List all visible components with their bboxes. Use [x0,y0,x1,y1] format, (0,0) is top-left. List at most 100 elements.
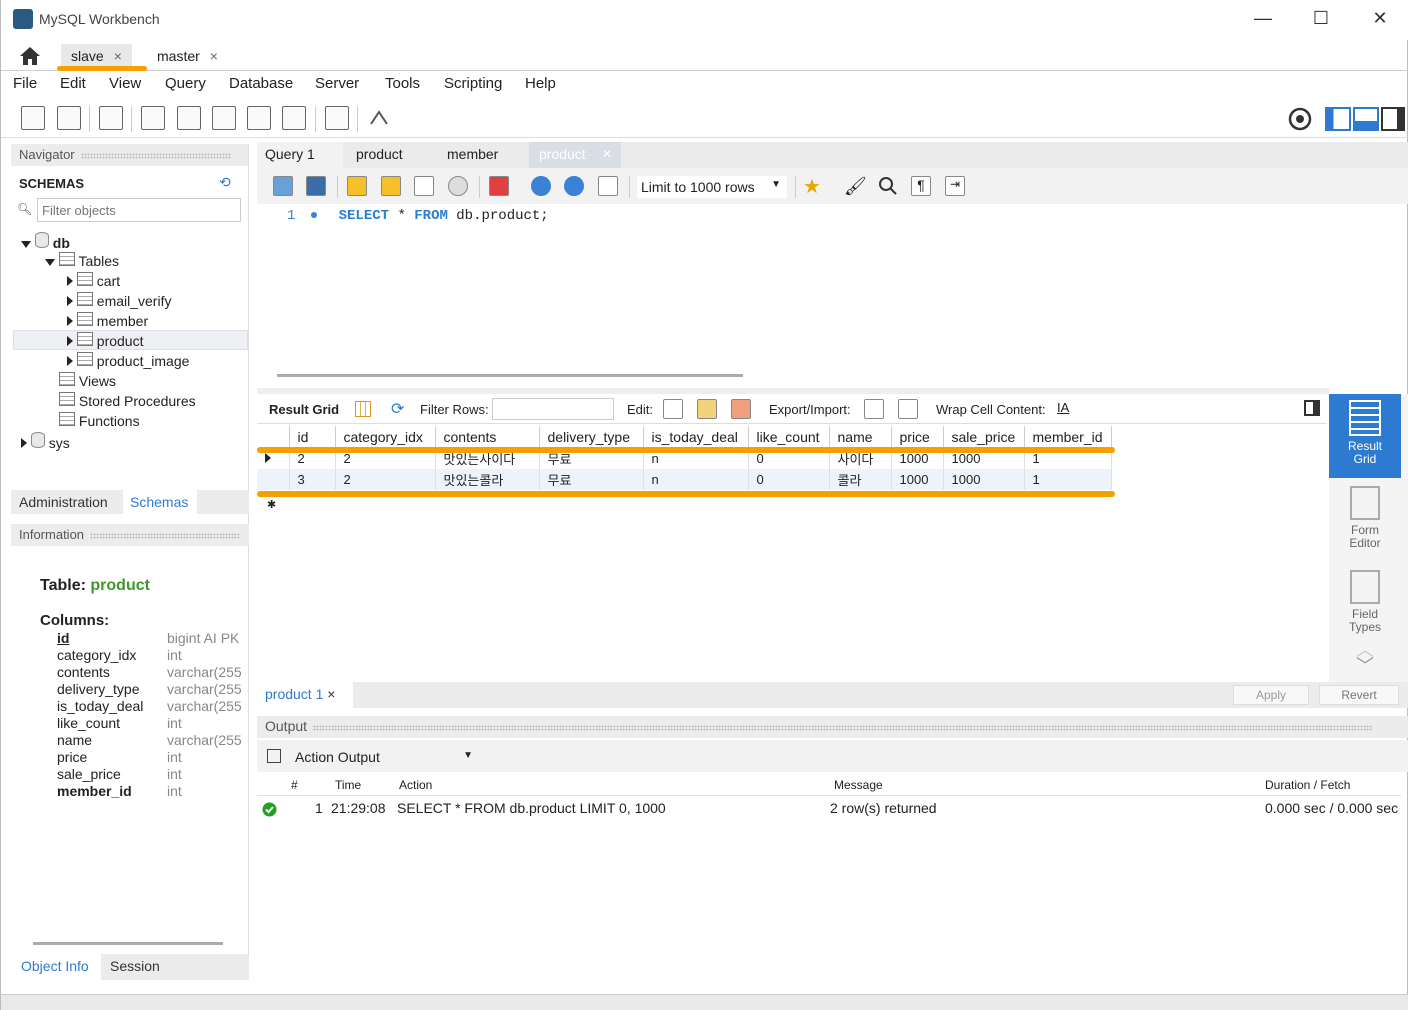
create-procedure-icon[interactable] [247,106,271,130]
cell[interactable]: 2 [335,469,436,490]
tab-product[interactable]: product [356,146,403,162]
column-header[interactable]: price [891,426,944,449]
save-icon[interactable] [306,176,326,196]
add-snippet-icon[interactable]: ★ [803,174,821,199]
menu-file[interactable]: File [13,75,37,92]
tree-stored-procedures[interactable]: Stored Procedures [59,392,196,409]
tab-product-active[interactable]: product [539,146,586,162]
home-icon[interactable] [19,46,41,66]
tree-table-member[interactable]: member [67,312,148,329]
close-icon[interactable]: × [114,48,122,64]
column-header[interactable]: id [289,426,336,449]
cell[interactable]: 0 [748,469,830,490]
tree-sys[interactable]: sys [21,432,70,451]
refresh-icon[interactable]: ⟲ [219,174,231,191]
result-grid-table[interactable]: id category_idx contents delivery_type i… [257,426,1112,490]
close-button[interactable]: ✕ [1370,8,1390,29]
column-header[interactable]: contents [435,426,540,449]
grid-icon[interactable] [355,401,371,417]
tab-slave[interactable]: slave × [61,44,132,68]
refresh-icon[interactable]: ⟳ [391,399,404,419]
tab-master[interactable]: master × [147,44,228,68]
wrap-content-icon[interactable]: IA [1057,400,1069,415]
toggle-panel-icon[interactable] [1304,400,1320,416]
tree-table-email-verify[interactable]: email_verify [67,292,171,309]
create-schema-icon[interactable] [141,106,165,130]
tab-member[interactable]: member [447,146,498,162]
cell[interactable]: 1000 [943,469,1025,490]
menu-view[interactable]: View [109,75,141,92]
output-type-select[interactable]: Action Output ▼ [291,746,477,768]
open-sql-script-icon[interactable] [57,106,81,130]
search-table-data-icon[interactable] [325,106,349,130]
expand-icon[interactable] [67,356,73,366]
tab-session[interactable]: Session [110,958,160,974]
import-icon[interactable] [898,399,918,419]
stop-icon[interactable] [448,176,468,196]
revert-button[interactable]: Revert [1319,685,1399,705]
tab-query-1[interactable]: Query 1 [265,146,315,162]
column-header[interactable]: member_id [1024,426,1112,449]
filter-objects-input[interactable] [37,198,241,222]
copy-icon[interactable] [267,749,281,763]
create-function-icon[interactable] [282,106,306,130]
expand-icon[interactable] [45,259,55,266]
tab-administration[interactable]: Administration [19,494,108,510]
column-header[interactable]: delivery_type [539,426,644,449]
cell[interactable]: 1 [1024,469,1112,490]
splitter[interactable] [257,388,1329,394]
expand-icon[interactable] [67,316,73,326]
close-icon[interactable]: × [210,48,218,64]
inspector-icon[interactable] [99,106,123,130]
create-view-icon[interactable] [212,106,236,130]
new-sql-tab-icon[interactable] [21,106,45,130]
tree-tables[interactable]: Tables [45,252,119,269]
explain-icon[interactable] [414,176,434,196]
field-types-side-button[interactable]: Field Types [1329,570,1401,634]
settings-icon[interactable] [1287,106,1313,132]
tree-views[interactable]: Views [59,372,116,389]
tree-functions[interactable]: Functions [59,412,140,429]
wrap-lines-icon[interactable]: ⇥ [945,176,965,196]
limit-rows-select[interactable]: Limit to 1000 rows ▼ [637,176,787,198]
apply-button[interactable]: Apply [1233,685,1309,705]
delete-row-icon[interactable] [731,399,751,419]
cell[interactable]: 1000 [891,469,944,490]
cell[interactable]: 콜라 [829,469,892,490]
autocommit-icon[interactable] [598,176,618,196]
close-icon[interactable]: × [327,686,335,702]
cell[interactable]: 맛있는콜라 [435,469,540,490]
menu-database[interactable]: Database [229,75,293,92]
cell[interactable]: 무료 [539,469,644,490]
column-header[interactable]: like_count [748,426,830,449]
insert-row-icon[interactable] [697,399,717,419]
expand-icon[interactable] [67,336,73,346]
expand-icon[interactable] [67,296,73,306]
expand-icon[interactable] [21,438,27,448]
row-selector[interactable] [257,469,290,490]
reconnect-icon[interactable] [367,106,391,130]
edit-row-icon[interactable] [663,399,683,419]
tree-db[interactable]: db [21,232,70,251]
toggle-output-icon[interactable] [1353,107,1379,131]
expand-icon[interactable] [67,276,73,286]
menu-server[interactable]: Server [315,75,359,92]
close-icon[interactable]: ✕ [602,147,612,161]
export-icon[interactable] [864,399,884,419]
invisible-chars-icon[interactable]: ¶ [911,176,931,196]
stop-on-error-icon[interactable] [489,176,509,196]
tab-object-info[interactable]: Object Info [21,958,89,974]
editor-scrollbar[interactable] [277,374,743,377]
execute-current-icon[interactable] [381,176,401,196]
create-table-icon[interactable] [177,106,201,130]
tree-table-product[interactable]: product [67,332,143,349]
tab-schemas[interactable]: Schemas [130,494,188,510]
menu-help[interactable]: Help [525,75,556,92]
execute-icon[interactable] [347,176,367,196]
commit-icon[interactable] [531,176,551,196]
table-row[interactable]: 3 2 맛있는콜라 무료 n 0 콜라 1000 1000 1 [257,469,1112,490]
new-row-marker-icon[interactable]: ✱ [267,498,276,511]
toggle-secondary-sidebar-icon[interactable] [1381,107,1405,131]
open-file-icon[interactable] [273,176,293,196]
menu-tools[interactable]: Tools [385,75,420,92]
